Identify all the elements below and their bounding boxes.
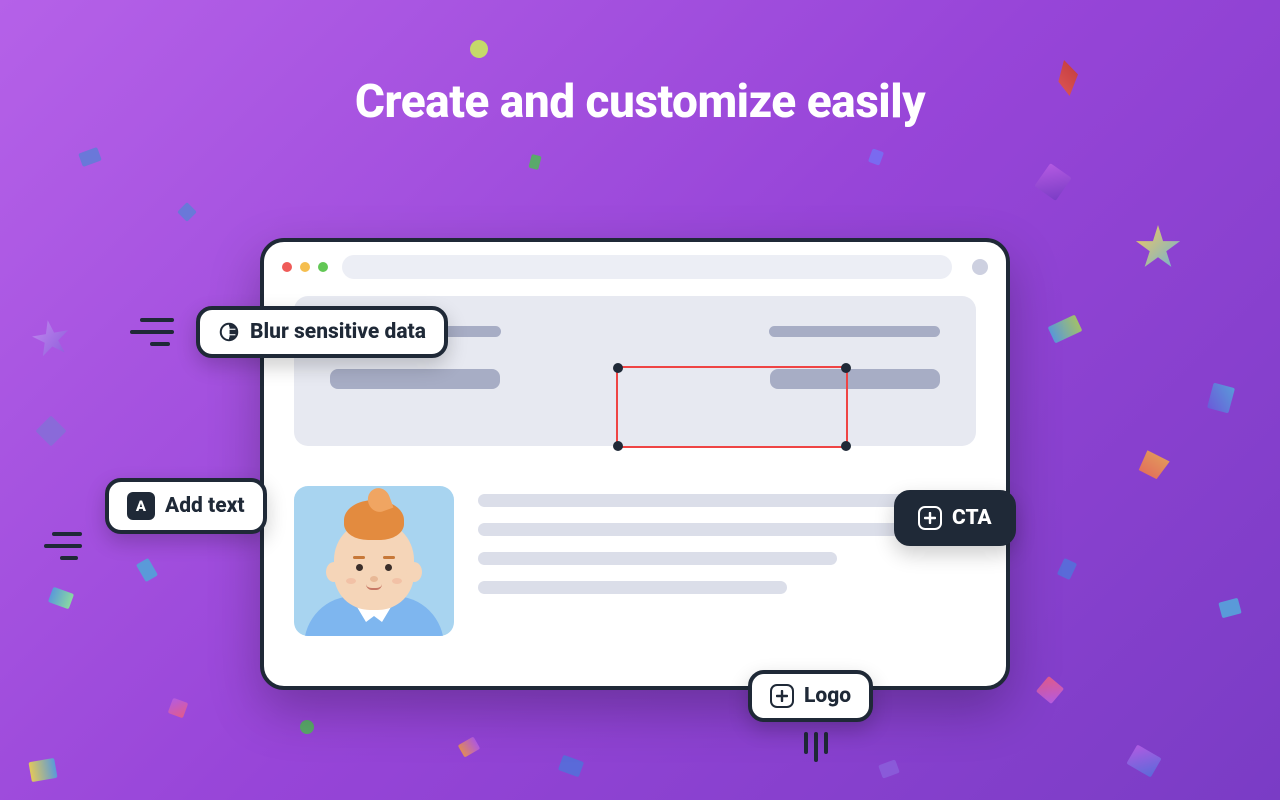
confetti-piece — [48, 587, 74, 610]
confetti-piece — [878, 759, 900, 778]
confetti-piece — [558, 755, 584, 778]
confetti-piece — [78, 147, 102, 167]
skeleton-line — [478, 552, 837, 565]
add-text-pill[interactable]: A Add text — [105, 478, 267, 534]
page-title: Create and customize easily — [0, 75, 1280, 129]
close-icon[interactable] — [282, 262, 292, 272]
confetti-piece — [458, 736, 481, 757]
confetti-piece — [136, 558, 158, 582]
confetti-piece — [1128, 447, 1173, 483]
motion-lines-icon — [130, 318, 174, 346]
browser-titlebar — [264, 242, 1006, 292]
window-controls — [282, 262, 328, 272]
confetti-piece — [1034, 163, 1071, 201]
avatar — [294, 486, 454, 636]
blur-icon — [218, 321, 240, 343]
blur-pill-label: Blur sensitive data — [250, 320, 426, 344]
skeleton-line — [478, 581, 787, 594]
confetti-piece — [28, 758, 57, 782]
confetti-piece — [1126, 744, 1161, 777]
cta-pill-label: CTA — [952, 506, 992, 530]
confetti-piece — [467, 37, 492, 62]
logo-pill-label: Logo — [804, 684, 851, 708]
confetti-piece — [1218, 598, 1241, 619]
text-icon: A — [127, 492, 155, 520]
confetti-piece — [868, 148, 884, 165]
minimize-icon[interactable] — [300, 262, 310, 272]
skeleton-line — [478, 523, 936, 536]
logo-pill[interactable]: Logo — [748, 670, 873, 722]
confetti-piece — [528, 154, 541, 170]
blur-pill[interactable]: Blur sensitive data — [196, 306, 448, 358]
motion-lines-icon — [44, 532, 82, 560]
motion-lines-icon — [804, 732, 828, 762]
confetti-piece — [1057, 558, 1077, 580]
maximize-icon[interactable] — [318, 262, 328, 272]
confetti-piece — [1135, 225, 1181, 271]
url-bar[interactable] — [342, 255, 952, 279]
skeleton-line — [769, 326, 940, 337]
body-section — [294, 486, 976, 636]
plus-icon — [770, 684, 794, 708]
confetti-piece — [1207, 383, 1235, 414]
confetti-piece — [1048, 315, 1083, 344]
confetti-piece — [35, 415, 66, 446]
cta-pill[interactable]: CTA — [894, 490, 1016, 546]
add-text-pill-label: Add text — [165, 494, 245, 518]
confetti-piece — [29, 317, 73, 361]
confetti-piece — [177, 202, 197, 222]
skeleton-line — [330, 369, 500, 389]
confetti-piece — [300, 720, 314, 734]
tab-indicator-icon — [972, 259, 988, 275]
skeleton-line — [770, 369, 940, 389]
header-col-right — [655, 326, 940, 446]
plus-icon — [918, 506, 942, 530]
confetti-piece — [1036, 676, 1064, 704]
confetti-piece — [168, 698, 189, 719]
